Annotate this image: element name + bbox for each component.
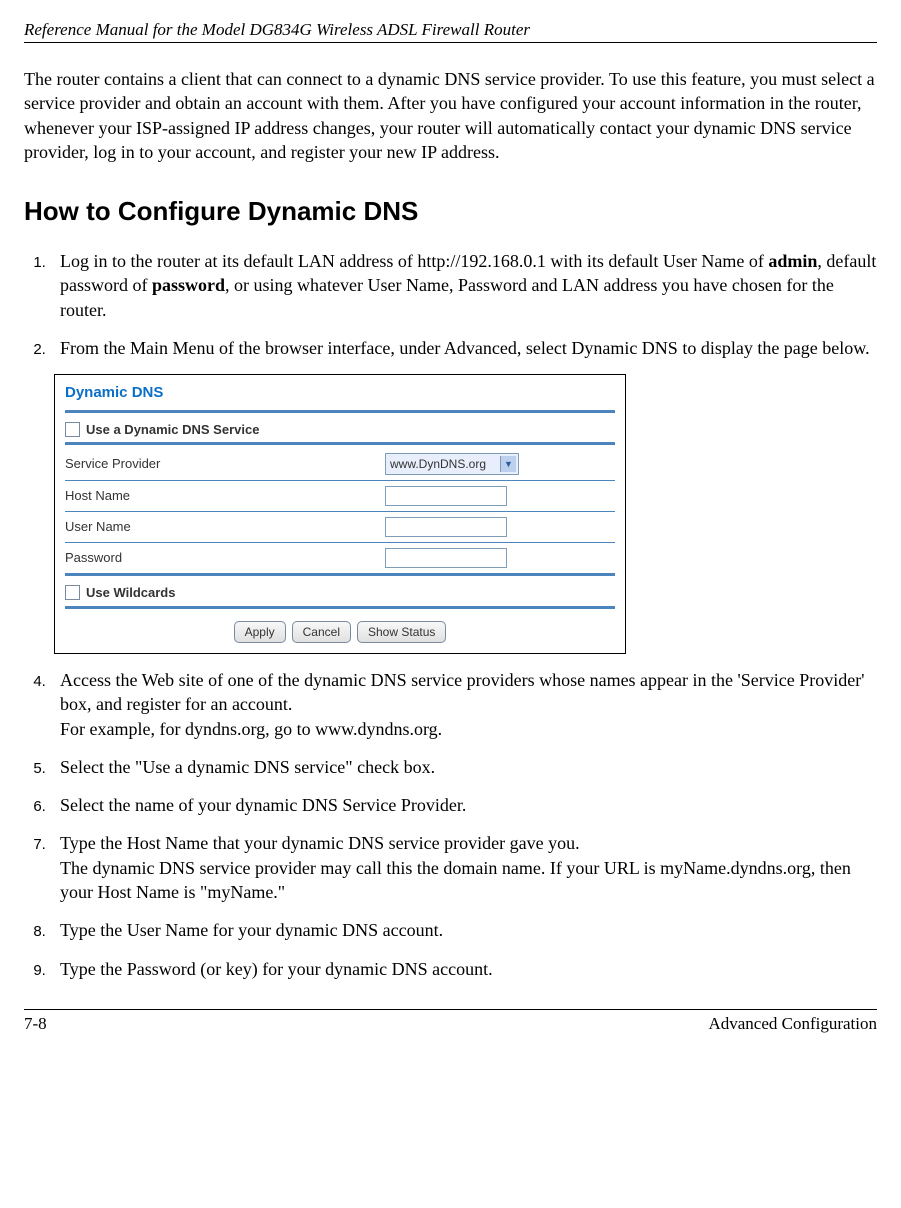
cancel-button[interactable]: Cancel xyxy=(292,621,351,643)
screenshot-title: Dynamic DNS xyxy=(65,383,615,403)
step-7: Type the User Name for your dynamic DNS … xyxy=(50,918,877,942)
section-name: Advanced Configuration xyxy=(708,1014,877,1034)
use-dynamic-dns-checkbox[interactable] xyxy=(65,422,80,437)
user-name-label: User Name xyxy=(65,518,385,536)
step-2: From the Main Menu of the browser interf… xyxy=(50,336,877,360)
header-title: Reference Manual for the Model DG834G Wi… xyxy=(24,20,877,43)
password-input[interactable] xyxy=(385,548,507,568)
user-name-input[interactable] xyxy=(385,517,507,537)
host-name-input[interactable] xyxy=(385,486,507,506)
apply-button[interactable]: Apply xyxy=(234,621,286,643)
show-status-button[interactable]: Show Status xyxy=(357,621,446,643)
service-provider-select[interactable]: www.DynDNS.org ▼ xyxy=(385,453,519,475)
step-5: Select the name of your dynamic DNS Serv… xyxy=(50,793,877,817)
dynamic-dns-screenshot: Dynamic DNS Use a Dynamic DNS Service Se… xyxy=(54,374,626,654)
use-wildcards-label: Use Wildcards xyxy=(86,584,175,602)
step-4: Select the "Use a dynamic DNS service" c… xyxy=(50,755,877,779)
step-6: Type the Host Name that your dynamic DNS… xyxy=(50,831,877,904)
section-heading: How to Configure Dynamic DNS xyxy=(24,196,877,227)
page-number: 7-8 xyxy=(24,1014,47,1034)
intro-paragraph: The router contains a client that can co… xyxy=(24,67,877,164)
use-dynamic-dns-label: Use a Dynamic DNS Service xyxy=(86,421,259,439)
step-8: Type the Password (or key) for your dyna… xyxy=(50,957,877,981)
password-label: Password xyxy=(65,549,385,567)
chevron-down-icon: ▼ xyxy=(500,456,516,472)
step-3: Access the Web site of one of the dynami… xyxy=(50,668,877,741)
host-name-label: Host Name xyxy=(65,487,385,505)
use-wildcards-checkbox[interactable] xyxy=(65,585,80,600)
step-1: Log in to the router at its default LAN … xyxy=(50,249,877,322)
service-provider-label: Service Provider xyxy=(65,455,385,473)
